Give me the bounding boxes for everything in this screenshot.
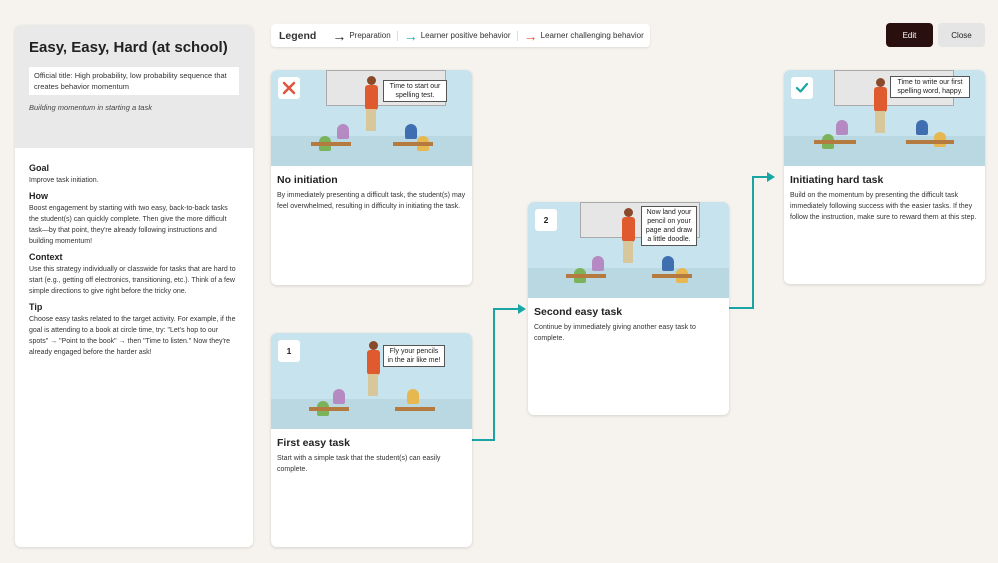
how-heading: How bbox=[29, 191, 48, 201]
card-illustration: Time to write our first spelling word, h… bbox=[784, 70, 985, 166]
card-initiating-hard-task[interactable]: Time to write our first spelling word, h… bbox=[784, 70, 985, 284]
student bbox=[333, 389, 345, 404]
strategy-header: Easy, Easy, Hard (at school) Official ti… bbox=[15, 25, 253, 148]
legend-title: Legend bbox=[279, 29, 317, 42]
check-mark-icon bbox=[791, 77, 813, 99]
arrowhead-icon bbox=[767, 172, 775, 182]
goal-text: Improve task initiation. bbox=[29, 177, 99, 184]
teacher bbox=[367, 76, 376, 85]
teacher bbox=[624, 208, 633, 217]
x-mark-icon bbox=[278, 77, 300, 99]
card-description: Build on the momentum by presenting the … bbox=[790, 192, 977, 221]
card-title: First easy task bbox=[277, 437, 350, 449]
speech-bubble: Now land your pencil on your page and dr… bbox=[641, 206, 697, 246]
card-illustration: Time to start our spelling test. bbox=[271, 70, 472, 166]
card-illustration: Fly your pencils in the air like me! 1 bbox=[271, 333, 472, 429]
card-illustration: Now land your pencil on your page and dr… bbox=[528, 202, 729, 298]
card-title: Initiating hard task bbox=[790, 174, 884, 186]
card-title: No initiation bbox=[277, 174, 338, 186]
edit-button[interactable]: Edit bbox=[886, 23, 933, 47]
goal-heading: Goal bbox=[29, 163, 50, 173]
legend-item-challenging: → Learner challenging behavior bbox=[516, 27, 650, 44]
legend-label: Preparation bbox=[349, 31, 391, 40]
connector-second-to-hard bbox=[729, 176, 767, 309]
strategy-details: Goal Improve task initiation. How Boost … bbox=[15, 148, 253, 373]
card-description: By immediately presenting a difficult ta… bbox=[277, 192, 466, 210]
strategy-subtitle: Building momentum in starting a task bbox=[29, 103, 152, 112]
arrowhead-icon bbox=[518, 304, 526, 314]
legend-label: Learner challenging behavior bbox=[540, 31, 644, 40]
card-first-easy-task[interactable]: Fly your pencils in the air like me! 1 F… bbox=[271, 333, 472, 547]
tip-text: Choose easy tasks related to the target … bbox=[29, 316, 236, 356]
teacher bbox=[876, 78, 885, 87]
teal-arrow-icon: → bbox=[403, 27, 418, 44]
card-description: Continue by immediately giving another e… bbox=[534, 324, 696, 342]
student bbox=[405, 124, 417, 139]
speech-bubble: Time to start our spelling test. bbox=[383, 80, 447, 102]
card-title: Second easy task bbox=[534, 306, 623, 318]
student bbox=[662, 256, 674, 271]
student bbox=[337, 124, 349, 139]
black-arrow-icon: → bbox=[332, 27, 347, 44]
official-title: Official title: High probability, low pr… bbox=[29, 67, 239, 95]
context-heading: Context bbox=[29, 252, 63, 262]
speech-bubble: Time to write our first spelling word, h… bbox=[890, 76, 970, 98]
legend-label: Learner positive behavior bbox=[420, 31, 511, 40]
strategy-title: Easy, Easy, Hard (at school) bbox=[29, 39, 228, 56]
legend: Legend → Preparation → Learner positive … bbox=[271, 24, 650, 47]
student bbox=[836, 120, 848, 135]
close-button[interactable]: Close bbox=[938, 23, 985, 47]
student bbox=[592, 256, 604, 271]
connector-first-to-second bbox=[472, 308, 518, 441]
card-second-easy-task[interactable]: Now land your pencil on your page and dr… bbox=[528, 202, 729, 415]
card-description: Start with a simple task that the studen… bbox=[277, 455, 441, 473]
teacher bbox=[369, 341, 378, 350]
card-no-initiation[interactable]: Time to start our spelling test. No init… bbox=[271, 70, 472, 285]
step-badge: 1 bbox=[278, 340, 300, 362]
context-text: Use this strategy individually or classw… bbox=[29, 266, 236, 295]
legend-item-positive: → Learner positive behavior bbox=[396, 27, 517, 44]
student bbox=[916, 120, 928, 135]
legend-item-preparation: → Preparation bbox=[326, 27, 396, 44]
step-badge: 2 bbox=[535, 209, 557, 231]
red-arrow-icon: → bbox=[523, 27, 538, 44]
student bbox=[407, 389, 419, 404]
strategy-info-panel: Easy, Easy, Hard (at school) Official ti… bbox=[15, 25, 253, 547]
speech-bubble: Fly your pencils in the air like me! bbox=[383, 345, 445, 367]
tip-heading: Tip bbox=[29, 302, 43, 312]
how-text: Boost engagement by starting with two ea… bbox=[29, 205, 228, 245]
